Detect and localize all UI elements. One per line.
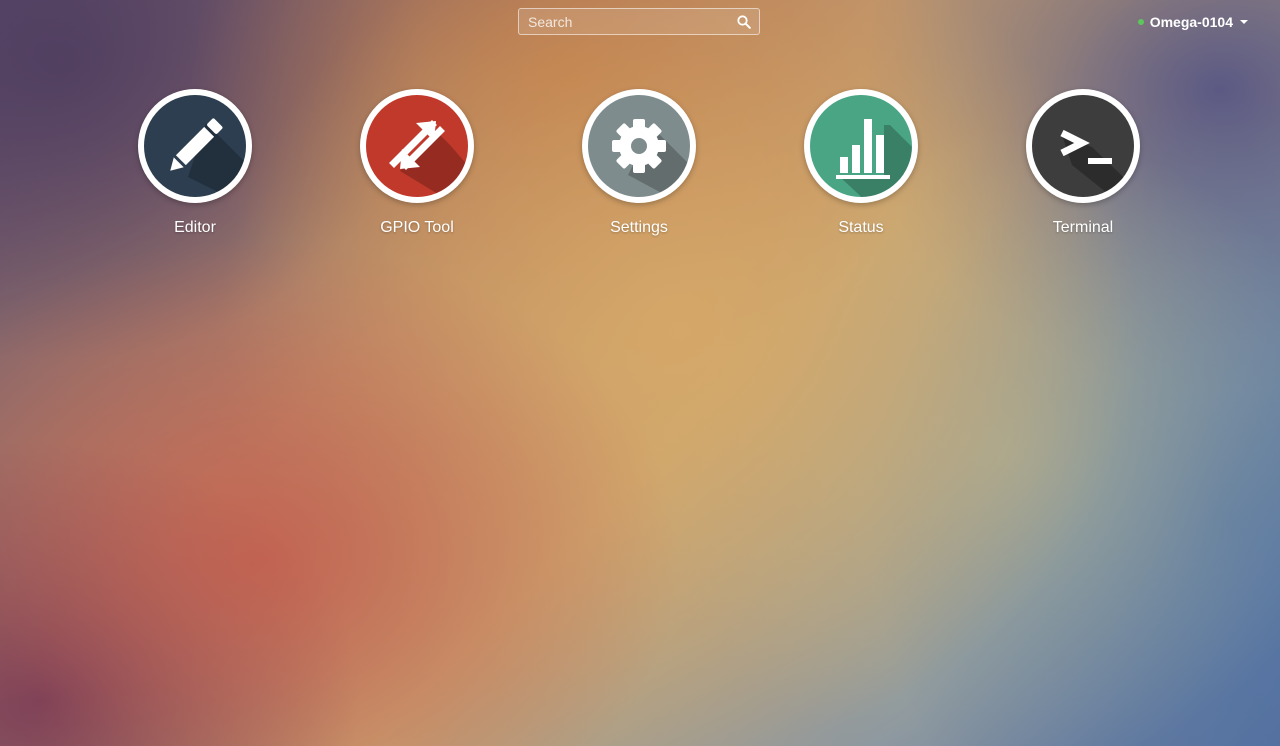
pencil-icon xyxy=(170,118,246,197)
bar-chart-icon xyxy=(836,119,912,197)
app-settings[interactable]: Settings xyxy=(559,89,719,237)
gear-icon xyxy=(612,119,690,197)
terminal-app-icon[interactable] xyxy=(1026,89,1140,203)
settings-app-icon[interactable] xyxy=(582,89,696,203)
device-name: Omega-0104 xyxy=(1149,14,1233,30)
app-editor[interactable]: Editor xyxy=(115,89,275,237)
search-input[interactable] xyxy=(519,9,759,34)
app-status[interactable]: Status xyxy=(781,89,941,237)
app-gpio-tool[interactable]: GPIO Tool xyxy=(337,89,497,237)
online-status-dot xyxy=(1137,19,1144,25)
app-label: Status xyxy=(838,219,884,236)
app-label: Settings xyxy=(610,219,668,236)
app-terminal[interactable]: Terminal xyxy=(1003,89,1163,237)
terminal-icon xyxy=(1060,129,1134,197)
app-label: Terminal xyxy=(1052,219,1114,236)
chevron-down-icon xyxy=(1240,20,1248,24)
search-icon[interactable] xyxy=(737,15,751,29)
device-menu[interactable]: Omega-0104 xyxy=(1137,14,1248,30)
gpio-tool-app-icon[interactable] xyxy=(360,89,474,203)
app-label: GPIO Tool xyxy=(380,219,454,236)
status-app-icon[interactable] xyxy=(804,89,918,203)
app-label: Editor xyxy=(174,219,216,236)
search-box[interactable] xyxy=(518,8,760,35)
editor-app-icon[interactable] xyxy=(138,89,252,203)
arrows-exchange-icon xyxy=(389,120,468,197)
